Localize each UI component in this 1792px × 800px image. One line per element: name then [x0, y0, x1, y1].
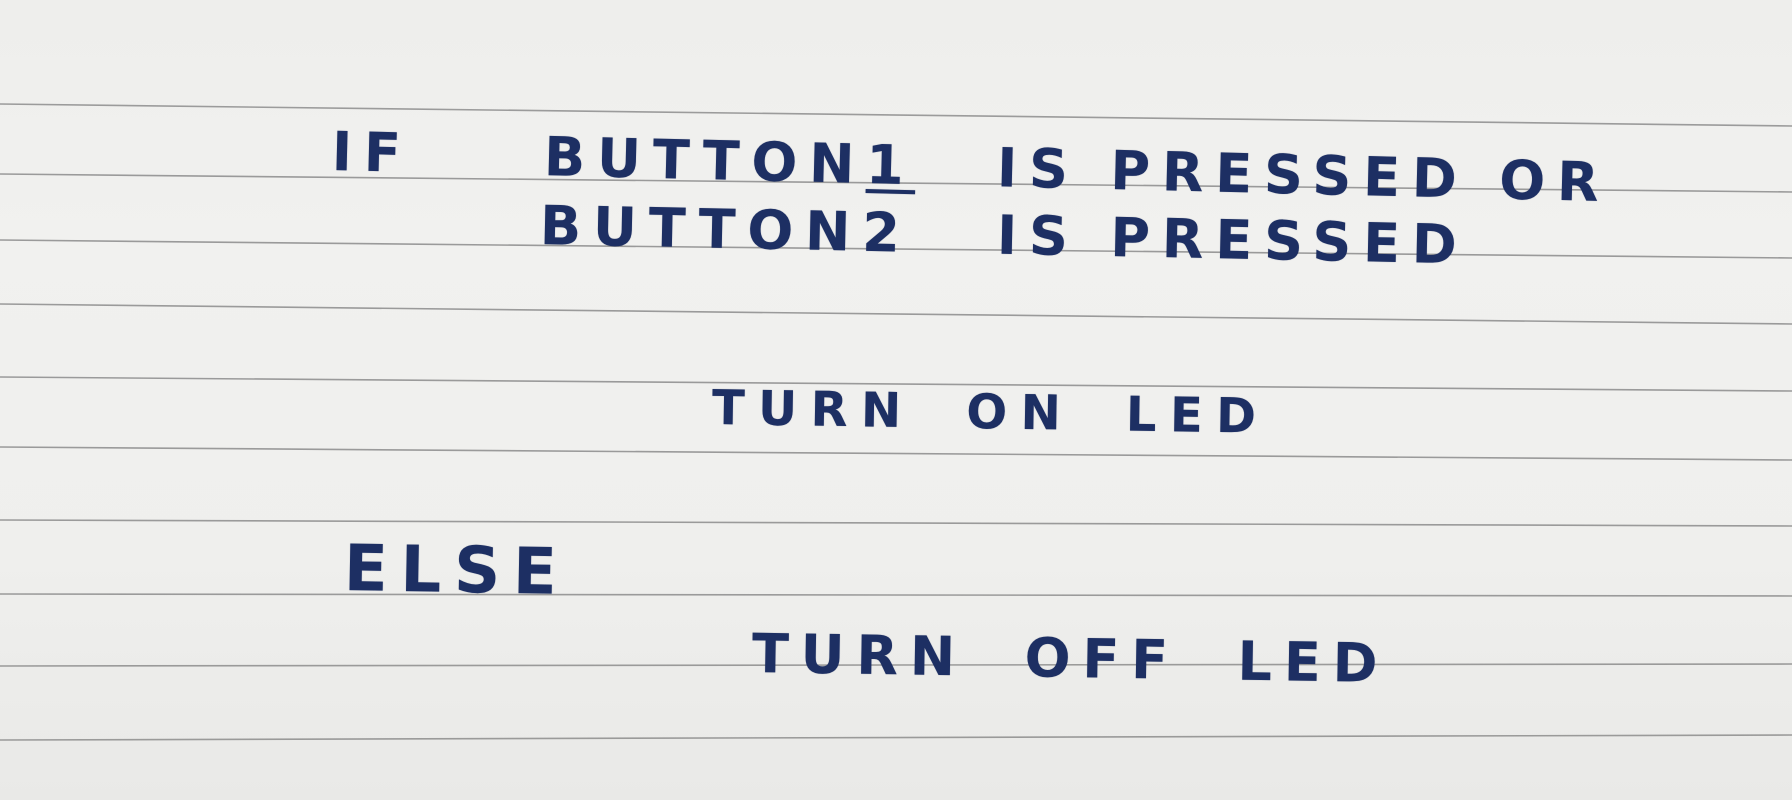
- rule-line: [0, 734, 1792, 741]
- handwritten-line-4: ELSE: [343, 532, 570, 610]
- handwritten-line-5: TURN OFF LED: [752, 622, 1390, 695]
- else-keyword: ELSE: [343, 532, 571, 610]
- button-1-number: 1: [865, 133, 917, 198]
- rule-line: [0, 103, 1792, 127]
- rule-line: [0, 446, 1792, 461]
- rule-line: [0, 593, 1792, 597]
- if-keyword: IF: [331, 120, 414, 185]
- rule-line: [0, 303, 1792, 325]
- handwritten-line-3: TURN ON LED: [712, 380, 1270, 445]
- turn-on-led-text: TURN ON LED: [711, 380, 1270, 445]
- is-pressed-text: IS PRESSED: [996, 203, 1470, 277]
- button-2-label: BUTTON: [539, 194, 863, 264]
- button-1-label: BUTTON: [543, 125, 868, 197]
- button-2-number: 2: [861, 200, 913, 265]
- turn-off-led-text: TURN OFF LED: [751, 622, 1390, 696]
- rule-line: [0, 519, 1792, 527]
- notebook-page: IF BUTTON1 IS PRESSED OR BUTTON2 IS PRES…: [0, 0, 1792, 800]
